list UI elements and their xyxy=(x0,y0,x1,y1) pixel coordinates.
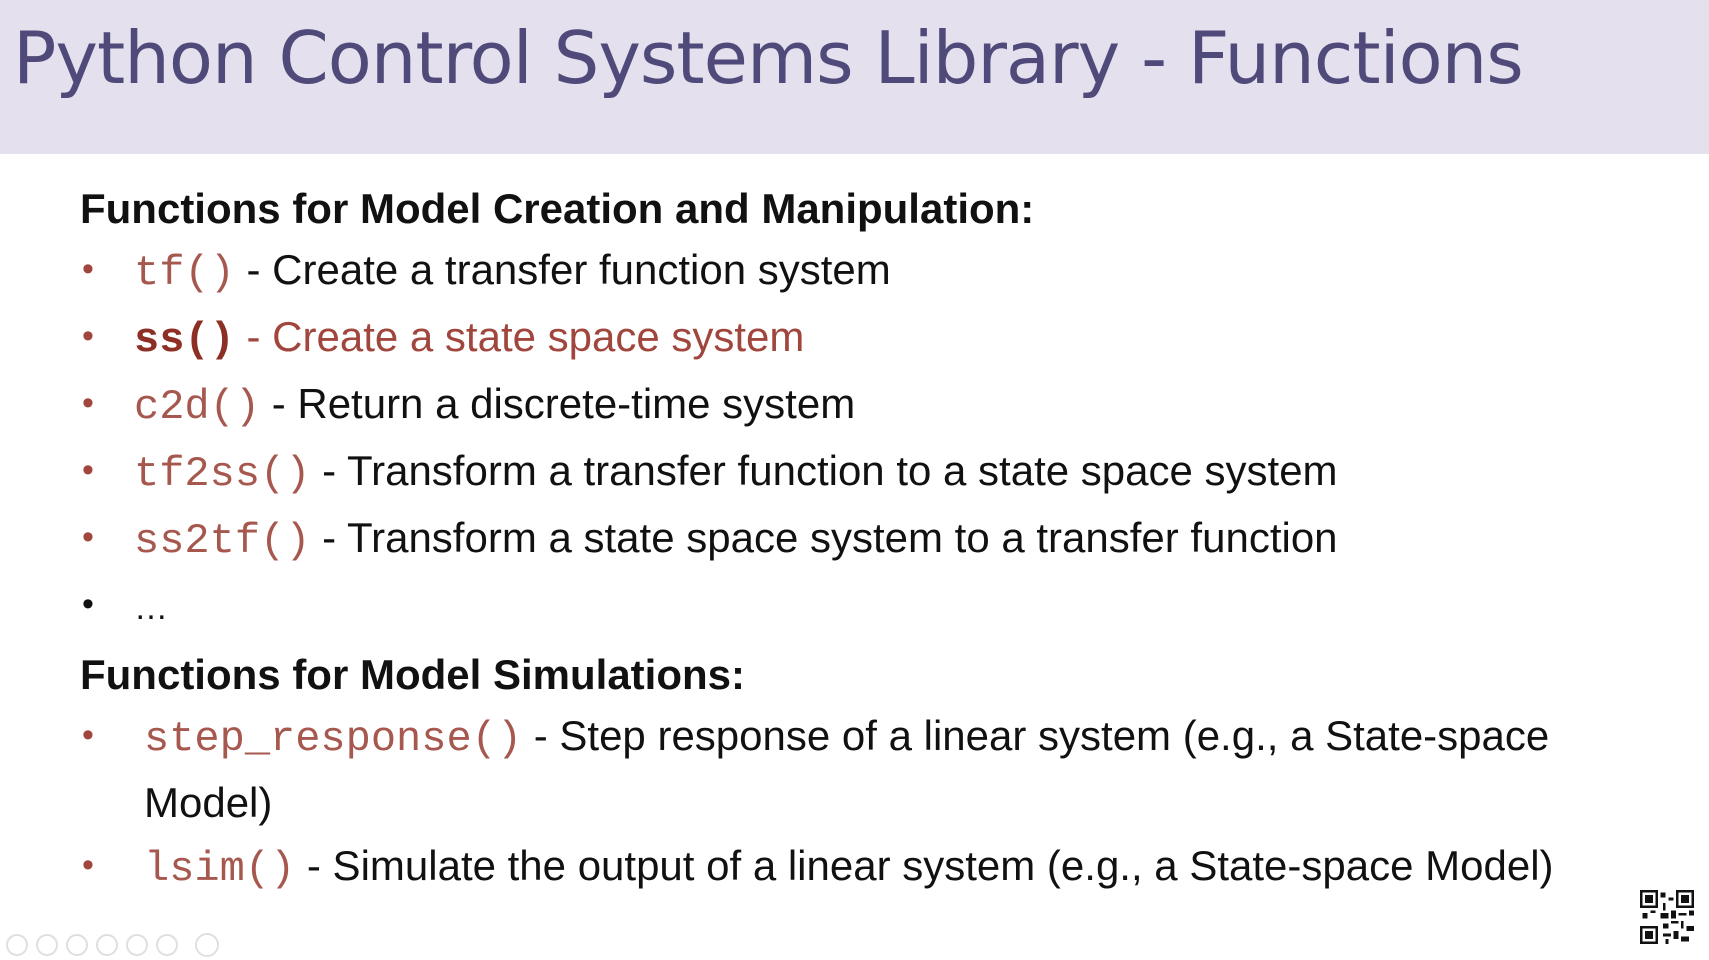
section-heading-model-simulations: Functions for Model Simulations: xyxy=(80,651,745,698)
title-bar: Python Control Systems Library - Functio… xyxy=(0,0,1709,154)
function-name-tf2ss: tf2ss() xyxy=(134,450,311,498)
list-item-tf: • tf() - Create a transfer function syst… xyxy=(80,238,1640,305)
bullet-icon: • xyxy=(82,846,94,884)
bullet-icon: • xyxy=(82,716,94,754)
slide: Python Control Systems Library - Functio… xyxy=(0,0,1709,960)
bullet-icon: • xyxy=(82,585,94,623)
function-name-step-response: step_response() xyxy=(144,715,523,763)
slide-content: Functions for Model Creation and Manipul… xyxy=(80,180,1640,901)
ellipsis-text: … xyxy=(134,589,168,627)
list-item-tf2ss: • tf2ss() - Transform a transfer functio… xyxy=(80,439,1640,506)
bullet-icon: • xyxy=(82,250,94,288)
list-item-lsim: • lsim() - Simulate the output of a line… xyxy=(80,834,1644,901)
list-item-ss: • ss() - Create a state space system xyxy=(80,305,1640,372)
list-item-step-response: • step_response() - Step response of a l… xyxy=(80,704,1644,834)
bullet-icon: • xyxy=(82,317,94,355)
function-description-ss: - Create a state space system xyxy=(246,313,805,360)
function-description-c2d: - Return a discrete-time system xyxy=(271,380,856,427)
qr-code-icon xyxy=(1640,890,1694,944)
function-description-tf: - Create a transfer function system xyxy=(246,246,891,293)
slide-toolbar-icons xyxy=(6,933,219,957)
list-item-ss2tf: • ss2tf() - Transform a state space syst… xyxy=(80,506,1640,573)
model-creation-list: • tf() - Create a transfer function syst… xyxy=(80,238,1640,640)
function-name-ss2tf: ss2tf() xyxy=(134,517,311,565)
function-name-ss: ss() xyxy=(134,316,235,364)
function-description-lsim: - Simulate the output of a linear system… xyxy=(306,842,1554,889)
slide-title: Python Control Systems Library - Functio… xyxy=(13,16,1524,100)
function-description-tf2ss: - Transform a transfer function to a sta… xyxy=(322,447,1338,494)
model-simulations-list: • step_response() - Step response of a l… xyxy=(80,704,1640,901)
section-heading-model-creation: Functions for Model Creation and Manipul… xyxy=(80,185,1035,232)
bullet-icon: • xyxy=(82,518,94,556)
list-item-ellipsis: • … xyxy=(80,573,1640,640)
function-name-c2d: c2d() xyxy=(134,383,261,431)
bullet-icon: • xyxy=(82,384,94,422)
bullet-icon: • xyxy=(82,451,94,489)
function-name-tf: tf() xyxy=(134,249,235,297)
list-item-c2d: • c2d() - Return a discrete-time system xyxy=(80,372,1640,439)
function-name-lsim: lsim() xyxy=(144,845,296,893)
function-description-ss2tf: - Transform a state space system to a tr… xyxy=(322,514,1338,561)
